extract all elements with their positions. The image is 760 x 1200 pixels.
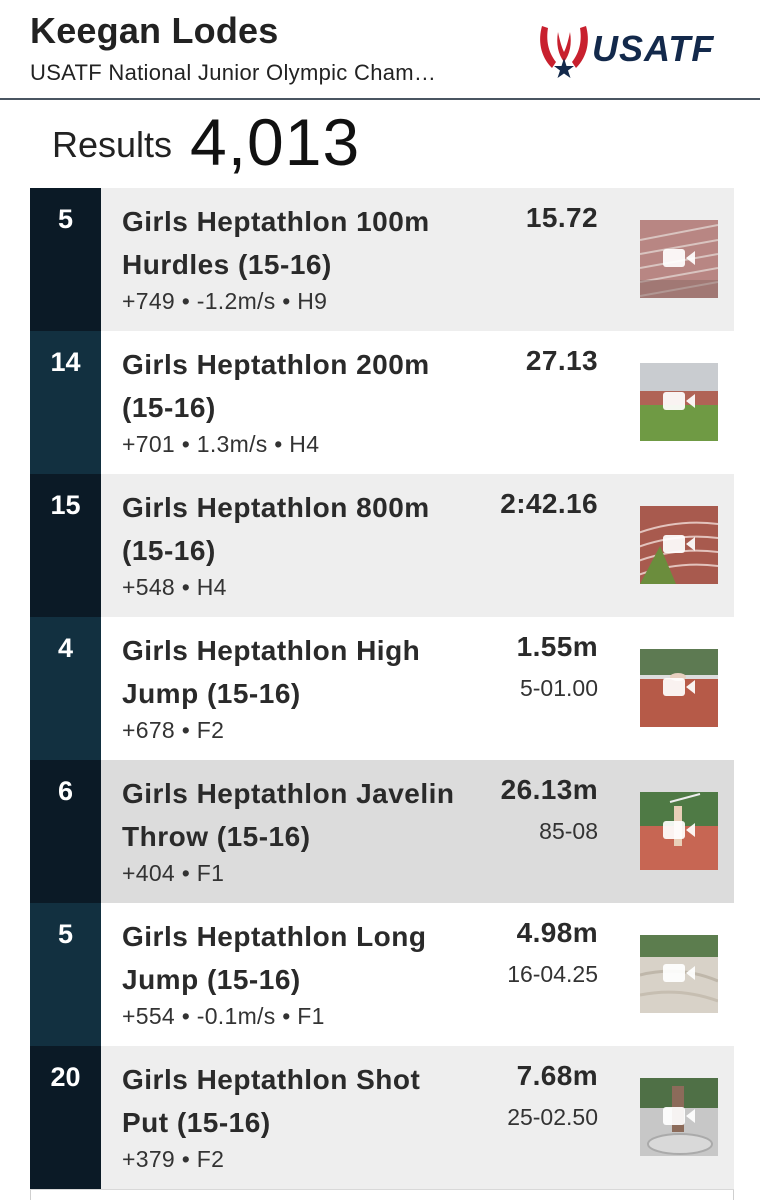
- result-row[interactable]: 14 Girls Heptathlon 200m (15-16) 27.13 +…: [30, 331, 734, 474]
- result-mark: 7.68m: [516, 1060, 598, 1091]
- result-mark: 27.13: [525, 345, 598, 376]
- video-thumbnail[interactable]: [640, 363, 718, 441]
- athlete-name: Keegan Lodes: [30, 10, 279, 51]
- result-meta: +749 • -1.2m/s • H9: [122, 288, 328, 314]
- place-number: 6: [57, 776, 74, 806]
- result-row[interactable]: 4 Girls Heptathlon High Jump (15-16) 1.5…: [30, 617, 734, 760]
- event-name: Girls Heptathlon 100m Hurdles (15-16): [122, 206, 430, 280]
- video-camera-icon: [663, 678, 695, 696]
- video-thumbnail[interactable]: [640, 649, 718, 727]
- result-meta: +379 • F2: [122, 1146, 225, 1172]
- place-number: 5: [57, 919, 74, 949]
- results-summary: Results 4,013: [30, 102, 734, 188]
- place-number: 15: [50, 490, 81, 520]
- video-camera-icon: [663, 1107, 695, 1125]
- video-thumbnail[interactable]: [640, 220, 718, 298]
- result-mark: 26.13m: [500, 774, 598, 805]
- place-cell: 6: [30, 760, 101, 903]
- results-label: Results: [52, 124, 173, 165]
- place-cell: 5: [30, 903, 101, 1046]
- usatf-wordmark: USATF: [592, 28, 715, 69]
- place-cell: 20: [30, 1046, 101, 1189]
- place-number: 20: [50, 1062, 81, 1092]
- place-cell: 14: [30, 331, 101, 474]
- results-count: 4,013: [190, 105, 361, 179]
- video-thumbnail[interactable]: [640, 792, 718, 870]
- video-thumbnail[interactable]: [640, 1078, 718, 1156]
- event-name: Girls Heptathlon Long Jump (15-16): [122, 921, 427, 995]
- event-name: Girls Heptathlon Shot Put (15-16): [122, 1064, 421, 1138]
- result-mark: 4.98m: [516, 917, 598, 948]
- result-mark: 15.72: [525, 202, 598, 233]
- result-conversion: 5-01.00: [519, 675, 598, 701]
- result-row[interactable]: 6 Girls Heptathlon Javelin Throw (15-16)…: [30, 760, 734, 903]
- video-camera-icon: [663, 535, 695, 553]
- result-meta: +404 • F1: [122, 860, 225, 886]
- place-cell: 5: [30, 188, 101, 331]
- video-camera-icon: [663, 964, 695, 982]
- video-thumbnail[interactable]: [640, 935, 718, 1013]
- result-conversion: 16-04.25: [507, 961, 598, 987]
- event-name: Girls Heptathlon High Jump (15-16): [122, 635, 421, 709]
- place-number: 4: [57, 633, 74, 663]
- event-name: Girls Heptathlon 800m (15-16): [122, 492, 430, 566]
- video-camera-icon: [663, 249, 695, 267]
- result-mark: 1.55m: [516, 631, 598, 662]
- result-meta: +678 • F2: [122, 717, 225, 743]
- meet-name[interactable]: USATF National Junior Olympic Cham…: [30, 60, 436, 86]
- video-camera-icon: [663, 821, 695, 839]
- video-camera-icon: [663, 392, 695, 410]
- event-name: Girls Heptathlon Javelin Throw (15-16): [122, 778, 455, 852]
- place-number: 5: [57, 204, 74, 234]
- event-name: Girls Heptathlon 200m (15-16): [122, 349, 430, 423]
- list-end-divider: [30, 1189, 734, 1200]
- result-row[interactable]: 15 Girls Heptathlon 800m (15-16) 2:42.16…: [30, 474, 734, 617]
- result-meta: +554 • -0.1m/s • F1: [122, 1003, 325, 1029]
- app-header: Keegan Lodes USATF National Junior Olymp…: [0, 0, 760, 100]
- result-meta: +701 • 1.3m/s • H4: [122, 431, 320, 457]
- usatf-logo[interactable]: USATF: [536, 22, 736, 80]
- result-row[interactable]: 5 Girls Heptathlon 100m Hurdles (15-16) …: [30, 188, 734, 331]
- place-cell: 4: [30, 617, 101, 760]
- place-cell: 15: [30, 474, 101, 617]
- place-number: 14: [50, 347, 81, 377]
- result-conversion: 85-08: [539, 818, 598, 844]
- result-conversion: 25-02.50: [507, 1104, 598, 1130]
- usatf-wings-icon: [540, 26, 588, 78]
- video-thumbnail[interactable]: [640, 506, 718, 584]
- result-row[interactable]: 5 Girls Heptathlon Long Jump (15-16) 4.9…: [30, 903, 734, 1046]
- result-mark: 2:42.16: [500, 488, 598, 519]
- result-row[interactable]: 20 Girls Heptathlon Shot Put (15-16) 7.6…: [30, 1046, 734, 1189]
- result-meta: +548 • H4: [122, 574, 227, 600]
